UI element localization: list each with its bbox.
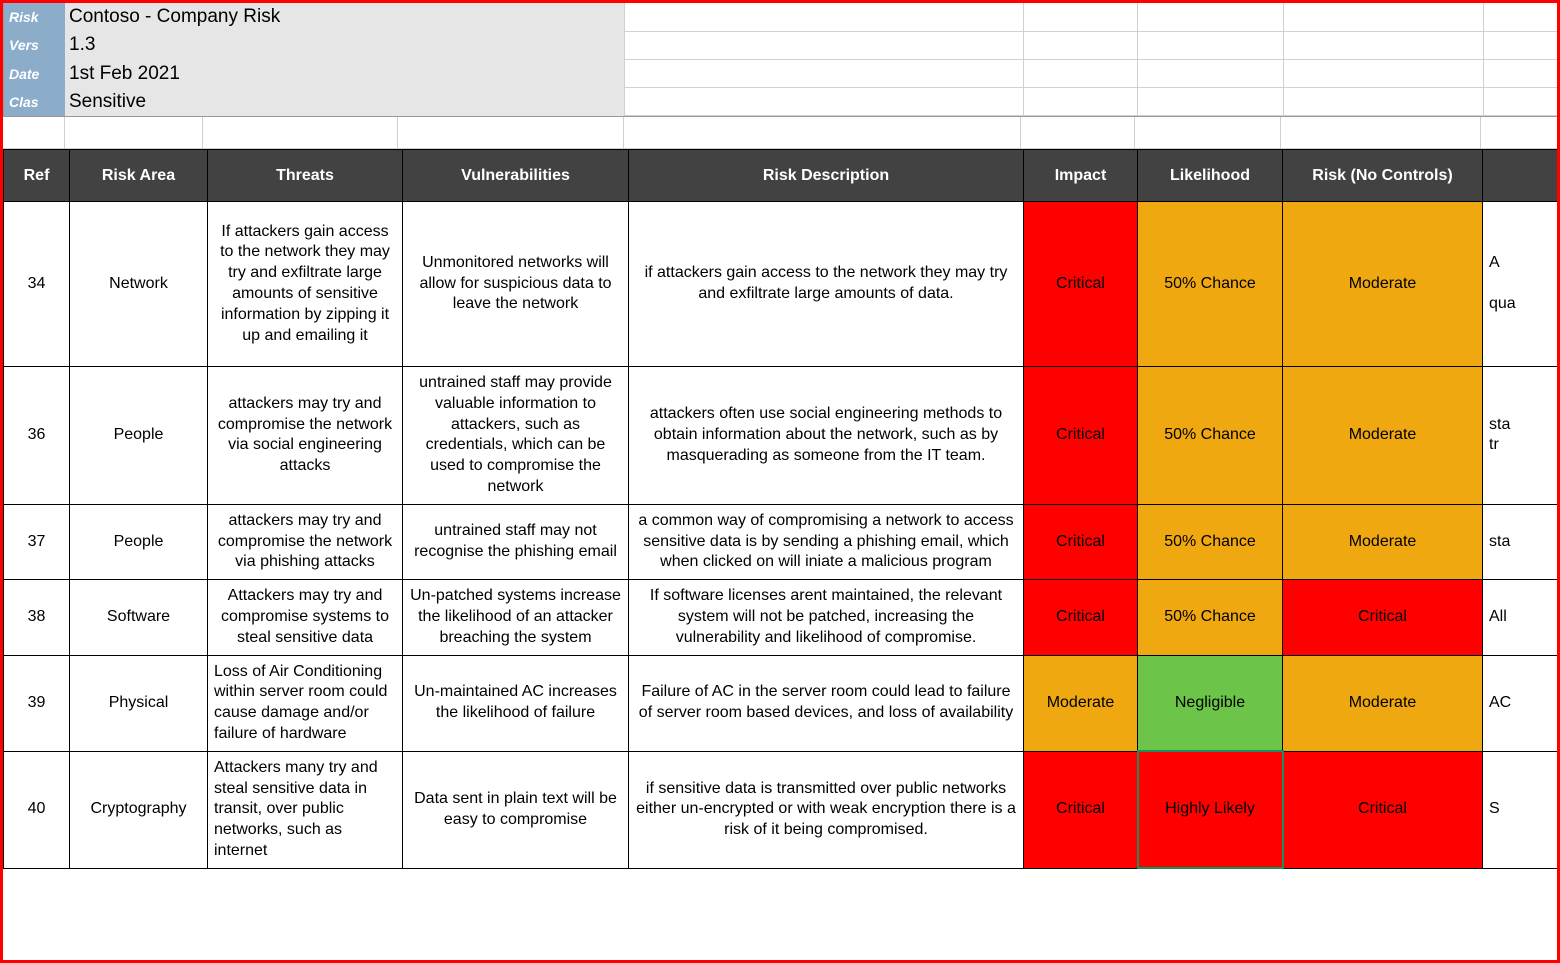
table-row: 36Peopleattackers may try and compromise… xyxy=(4,367,1560,505)
cell-threats[interactable]: attackers may try and compromise the net… xyxy=(208,504,403,579)
col-header-vulnerabilities[interactable]: Vulnerabilities xyxy=(403,150,629,202)
col-header-risk-description[interactable]: Risk Description xyxy=(629,150,1024,202)
cell-threats[interactable]: If attackers gain access to the network … xyxy=(208,202,403,367)
cell-extra[interactable]: All xyxy=(1483,580,1560,655)
meta-label-risk-register: Risk xyxy=(3,3,65,31)
meta-value-classification[interactable]: Sensitive xyxy=(65,88,624,116)
cell-extra[interactable]: A qua xyxy=(1483,202,1560,367)
cell-risk-description[interactable]: Failure of AC in the server room could l… xyxy=(629,655,1024,751)
cell-risk-description[interactable]: attackers often use social engineering m… xyxy=(629,367,1024,505)
col-header-impact[interactable]: Impact xyxy=(1024,150,1138,202)
meta-label-classification: Clas xyxy=(3,88,65,116)
table-body: 34NetworkIf attackers gain access to the… xyxy=(4,202,1560,869)
cell-vulnerabilities[interactable]: untrained staff may provide valuable inf… xyxy=(403,367,629,505)
table-row: 39PhysicalLoss of Air Conditioning withi… xyxy=(4,655,1560,751)
cell-impact[interactable]: Critical xyxy=(1024,504,1138,579)
col-header-risk-area[interactable]: Risk Area xyxy=(70,150,208,202)
cell-likelihood[interactable]: Highly Likely xyxy=(1138,751,1283,868)
meta-value-version[interactable]: 1.3 xyxy=(65,31,624,59)
cell-risk-description[interactable]: If software licenses arent maintained, t… xyxy=(629,580,1024,655)
meta-labels-column: Risk Vers Date Clas xyxy=(3,3,65,116)
meta-values-column: Contoso - Company Risk 1.3 1st Feb 2021 … xyxy=(65,3,625,116)
cell-likelihood[interactable]: Negligible xyxy=(1138,655,1283,751)
cell-ref[interactable]: 34 xyxy=(4,202,70,367)
cell-vulnerabilities[interactable]: Data sent in plain text will be easy to … xyxy=(403,751,629,868)
cell-vulnerabilities[interactable]: untrained staff may not recognise the ph… xyxy=(403,504,629,579)
cell-vulnerabilities[interactable]: Un-patched systems increase the likeliho… xyxy=(403,580,629,655)
meta-label-date: Date xyxy=(3,60,65,88)
cell-threats[interactable]: Attackers many try and steal sensitive d… xyxy=(208,751,403,868)
cell-risk-area[interactable]: Cryptography xyxy=(70,751,208,868)
cell-impact[interactable]: Critical xyxy=(1024,367,1138,505)
col-header-risk-no-controls[interactable]: Risk (No Controls) xyxy=(1283,150,1483,202)
cell-extra[interactable]: sta tr xyxy=(1483,367,1560,505)
cell-impact[interactable]: Critical xyxy=(1024,580,1138,655)
cell-risk-no-controls[interactable]: Critical xyxy=(1283,580,1483,655)
cell-risk-area[interactable]: Physical xyxy=(70,655,208,751)
spacer-row[interactable] xyxy=(3,116,1557,149)
cell-vulnerabilities[interactable]: Unmonitored networks will allow for susp… xyxy=(403,202,629,367)
table-row: 37Peopleattackers may try and compromise… xyxy=(4,504,1560,579)
cell-ref[interactable]: 40 xyxy=(4,751,70,868)
cell-impact[interactable]: Critical xyxy=(1024,202,1138,367)
cell-risk-no-controls[interactable]: Moderate xyxy=(1283,367,1483,505)
meta-label-version: Vers xyxy=(3,31,65,59)
spreadsheet-view: Risk Vers Date Clas Contoso - Company Ri… xyxy=(0,0,1560,963)
cell-vulnerabilities[interactable]: Un-maintained AC increases the likelihoo… xyxy=(403,655,629,751)
cell-risk-area[interactable]: People xyxy=(70,504,208,579)
cell-impact[interactable]: Critical xyxy=(1024,751,1138,868)
cell-likelihood[interactable]: 50% Chance xyxy=(1138,367,1283,505)
cell-ref[interactable]: 38 xyxy=(4,580,70,655)
cell-risk-description[interactable]: a common way of compromising a network t… xyxy=(629,504,1024,579)
col-header-ref[interactable]: Ref xyxy=(4,150,70,202)
table-header-row: Ref Risk Area Threats Vulnerabilities Ri… xyxy=(4,150,1560,202)
cell-risk-area[interactable]: People xyxy=(70,367,208,505)
col-header-extra[interactable] xyxy=(1483,150,1560,202)
cell-threats[interactable]: Loss of Air Conditioning within server r… xyxy=(208,655,403,751)
col-header-likelihood[interactable]: Likelihood xyxy=(1138,150,1283,202)
risk-table: Ref Risk Area Threats Vulnerabilities Ri… xyxy=(3,149,1560,869)
col-header-threats[interactable]: Threats xyxy=(208,150,403,202)
cell-likelihood[interactable]: 50% Chance xyxy=(1138,504,1283,579)
document-metadata: Risk Vers Date Clas Contoso - Company Ri… xyxy=(3,3,1557,116)
cell-risk-area[interactable]: Network xyxy=(70,202,208,367)
cell-risk-no-controls[interactable]: Moderate xyxy=(1283,504,1483,579)
cell-threats[interactable]: attackers may try and compromise the net… xyxy=(208,367,403,505)
cell-risk-area[interactable]: Software xyxy=(70,580,208,655)
cell-threats[interactable]: Attackers may try and compromise systems… xyxy=(208,580,403,655)
cell-risk-no-controls[interactable]: Moderate xyxy=(1283,655,1483,751)
cell-risk-description[interactable]: if sensitive data is transmitted over pu… xyxy=(629,751,1024,868)
cell-ref[interactable]: 37 xyxy=(4,504,70,579)
cell-risk-description[interactable]: if attackers gain access to the network … xyxy=(629,202,1024,367)
cell-likelihood[interactable]: 50% Chance xyxy=(1138,202,1283,367)
cell-ref[interactable]: 39 xyxy=(4,655,70,751)
cell-ref[interactable]: 36 xyxy=(4,367,70,505)
cell-risk-no-controls[interactable]: Critical xyxy=(1283,751,1483,868)
cell-extra[interactable]: AC xyxy=(1483,655,1560,751)
meta-value-date[interactable]: 1st Feb 2021 xyxy=(65,60,624,88)
cell-risk-no-controls[interactable]: Moderate xyxy=(1283,202,1483,367)
cell-extra[interactable]: S xyxy=(1483,751,1560,868)
table-row: 38SoftwareAttackers may try and compromi… xyxy=(4,580,1560,655)
cell-extra[interactable]: sta xyxy=(1483,504,1560,579)
table-row: 34NetworkIf attackers gain access to the… xyxy=(4,202,1560,367)
table-row: 40CryptographyAttackers many try and ste… xyxy=(4,751,1560,868)
empty-grid-area[interactable] xyxy=(625,3,1557,116)
cell-impact[interactable]: Moderate xyxy=(1024,655,1138,751)
meta-value-risk-register[interactable]: Contoso - Company Risk xyxy=(65,3,624,31)
cell-likelihood[interactable]: 50% Chance xyxy=(1138,580,1283,655)
